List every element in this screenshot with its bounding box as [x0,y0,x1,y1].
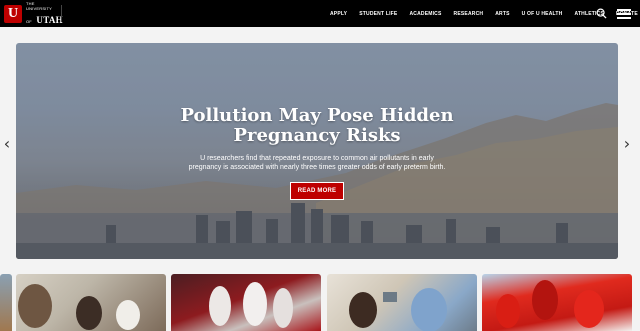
logo-line-of: OF [26,18,32,24]
card-4-image-figure-2 [532,280,558,320]
card-2-image-figure-3 [273,288,293,328]
news-card-3[interactable] [327,274,477,331]
logo-line-utah: UTAH [36,14,63,25]
card-3-image-figure [349,292,377,328]
university-logo-link[interactable]: THE UNIVERSITY OF UTAH [4,1,63,27]
search-icon[interactable] [596,8,607,19]
news-card-4[interactable] [482,274,632,331]
logo-divider [61,5,62,22]
main-nav: APPLY STUDENT LIFE ACADEMICS RESEARCH AR… [330,0,640,27]
logo-wordmark: THE UNIVERSITY OF UTAH [26,1,63,27]
nav-item-apply[interactable]: APPLY [330,11,347,17]
partial-card-left[interactable] [0,274,12,331]
card-3-image-sign [383,292,397,302]
news-card-2[interactable] [171,274,321,331]
top-navigation-bar: THE UNIVERSITY OF UTAH APPLY STUDENT LIF… [0,0,640,27]
news-card-1[interactable] [16,274,166,331]
nav-item-academics[interactable]: ACADEMICS [409,11,441,17]
hero-subtitle: U researchers find that repeated exposur… [188,155,446,171]
carousel-prev-arrow-icon[interactable]: ‹ [2,136,12,152]
nav-item-research[interactable]: RESEARCH [454,11,484,17]
hero-slide: Pollution May Pose Hidden Pregnancy Risk… [16,43,618,259]
hamburger-menu-icon[interactable] [617,9,631,19]
block-u-logo-icon [4,4,22,23]
card-4-image-figure [496,294,520,328]
nav-item-u-of-u-health[interactable]: U OF U HEALTH [522,11,563,17]
card-2-image-figure [209,286,231,326]
hero-title: Pollution May Pose Hidden Pregnancy Risk… [16,106,618,146]
card-1-image-figure-2 [116,300,140,330]
card-2-image-figure-2 [243,282,267,326]
nav-item-student-life[interactable]: STUDENT LIFE [359,11,397,17]
carousel-next-arrow-icon[interactable]: › [622,136,632,152]
card-3-image-figure-2 [411,288,447,331]
hero-content: Pollution May Pose Hidden Pregnancy Risk… [16,106,618,200]
card-1-image [18,284,52,328]
read-more-button[interactable]: READ MORE [289,182,345,200]
card-1-image-figure [76,296,102,330]
logo-line-university: UNIVERSITY [26,5,53,11]
card-4-image-figure-3 [574,290,604,328]
nav-item-arts[interactable]: ARTS [495,11,509,17]
hero-title-line-2: Pregnancy Risks [233,125,401,146]
hero-title-line-1: Pollution May Pose Hidden [180,105,454,126]
